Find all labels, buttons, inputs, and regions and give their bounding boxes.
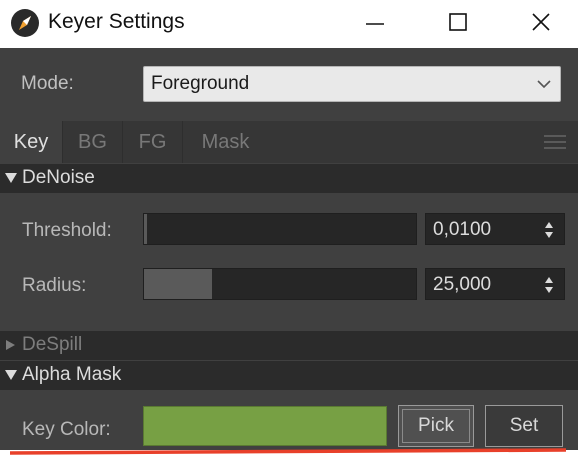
triangle-down-icon bbox=[5, 173, 17, 183]
threshold-value: 0,0100 bbox=[433, 219, 492, 240]
threshold-spinbox[interactable]: 0,0100 bbox=[425, 213, 565, 245]
spin-arrows-icon[interactable] bbox=[544, 276, 554, 294]
triangle-down-icon bbox=[5, 370, 17, 380]
title-bar: Keyer Settings bbox=[0, 0, 578, 48]
compass-icon bbox=[11, 9, 39, 37]
minimize-button[interactable] bbox=[347, 0, 403, 44]
minimize-icon bbox=[366, 23, 384, 25]
mode-label: Mode: bbox=[21, 73, 74, 94]
tab-fg-label: FG bbox=[138, 130, 167, 153]
tab-bar: Key BG FG Mask bbox=[0, 121, 578, 163]
tab-bg-label: BG bbox=[78, 130, 107, 153]
triangle-right-icon bbox=[6, 340, 15, 350]
tab-mask-label: Mask bbox=[201, 130, 250, 153]
radius-value: 25,000 bbox=[433, 274, 492, 295]
pick-button[interactable]: Pick bbox=[398, 405, 474, 447]
chevron-down-icon bbox=[537, 80, 551, 89]
pick-button-label: Pick bbox=[418, 415, 454, 436]
section-denoise-label: DeNoise bbox=[22, 167, 95, 188]
section-alpha-mask-header[interactable]: Alpha Mask bbox=[0, 361, 578, 390]
set-button-label: Set bbox=[509, 415, 539, 436]
tab-key-label: Key bbox=[13, 130, 49, 153]
tab-key[interactable]: Key bbox=[0, 121, 62, 163]
close-icon bbox=[532, 13, 550, 31]
tab-bg[interactable]: BG bbox=[62, 121, 122, 163]
radius-spinbox[interactable]: 25,000 bbox=[425, 268, 565, 300]
tab-fg[interactable]: FG bbox=[122, 121, 182, 163]
spin-arrows-icon[interactable] bbox=[544, 221, 554, 239]
threshold-label: Threshold: bbox=[22, 220, 112, 241]
section-denoise-header[interactable]: DeNoise bbox=[0, 164, 578, 193]
set-button[interactable]: Set bbox=[485, 405, 563, 447]
key-color-swatch[interactable] bbox=[143, 406, 387, 446]
hamburger-menu-icon[interactable] bbox=[544, 135, 566, 153]
keyer-panel: Mode: Foreground Key BG FG Mask DeNoise … bbox=[0, 48, 578, 450]
annotation-underline bbox=[10, 448, 566, 455]
window-title: Keyer Settings bbox=[48, 10, 185, 33]
threshold-slider[interactable] bbox=[143, 213, 417, 245]
section-alpha-mask-label: Alpha Mask bbox=[22, 364, 122, 385]
mode-select[interactable]: Foreground bbox=[143, 66, 561, 102]
radius-slider-fill bbox=[144, 269, 212, 299]
close-button[interactable] bbox=[513, 0, 569, 44]
maximize-icon bbox=[449, 13, 467, 31]
radius-label: Radius: bbox=[22, 275, 87, 296]
tab-mask[interactable]: Mask bbox=[182, 121, 268, 163]
radius-slider[interactable] bbox=[143, 268, 417, 300]
section-despill-label: DeSpill bbox=[22, 334, 83, 355]
maximize-button[interactable] bbox=[430, 0, 486, 44]
threshold-slider-fill bbox=[144, 214, 147, 244]
section-despill-header[interactable]: DeSpill bbox=[0, 331, 578, 360]
key-color-label: Key Color: bbox=[22, 419, 111, 440]
mode-value: Foreground bbox=[151, 73, 250, 94]
